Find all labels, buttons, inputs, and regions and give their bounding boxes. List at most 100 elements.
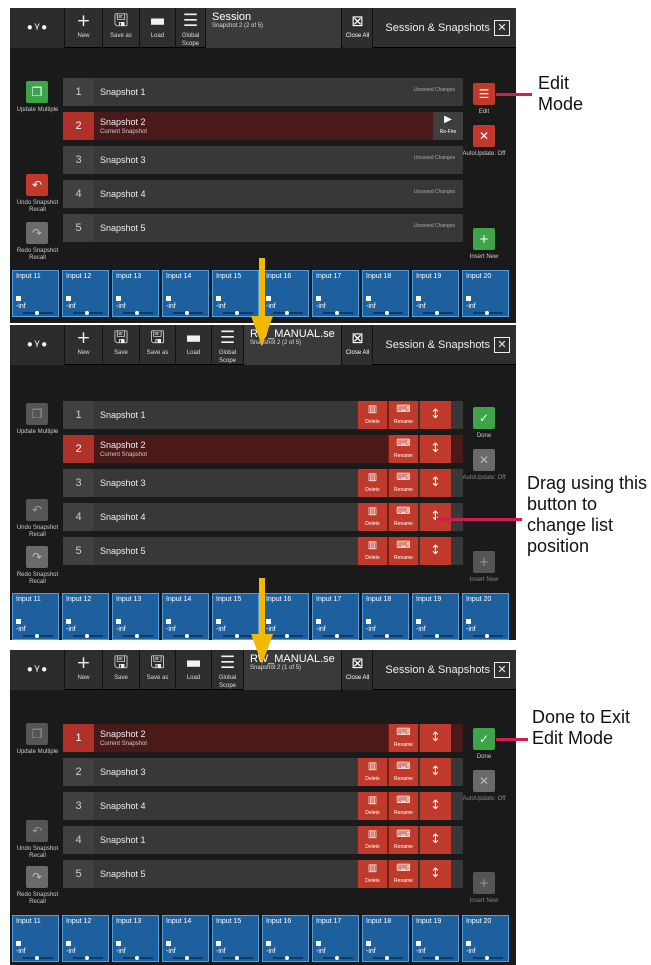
logo-button[interactable]: •ᵞ• xyxy=(10,8,65,48)
move-handle[interactable]: ↕ xyxy=(419,826,451,854)
new-button[interactable]: + New xyxy=(65,650,103,690)
move-handle[interactable]: ↕ xyxy=(419,724,451,752)
rename-button[interactable]: ⌨ Rename xyxy=(388,826,418,854)
snapshot-row[interactable]: 1 Snapshot 1 ▥ Delete ⌨ Rename ↕ xyxy=(63,401,463,429)
snapshot-row[interactable]: 3 Snapshot 3 Unsaved Changes xyxy=(63,146,463,174)
rename-button[interactable]: ⌨ Rename xyxy=(388,860,418,888)
done-button[interactable]: ✓ xyxy=(473,728,495,750)
autoupdate-button[interactable]: ✕ xyxy=(473,125,495,147)
snapshot-row[interactable]: 5 Snapshot 5 ▥ Delete ⌨ Rename ↕ xyxy=(63,860,463,888)
load-button[interactable]: ▬ Load xyxy=(176,650,212,690)
delete-button[interactable]: ▥ Delete xyxy=(357,792,387,820)
logo-button[interactable]: •ᵞ• xyxy=(10,325,65,365)
move-handle[interactable]: ↕ xyxy=(419,792,451,820)
input-tile[interactable]: Input 16 -inf xyxy=(262,915,309,962)
session-info[interactable]: Session Snapshot 2 (2 of 5) xyxy=(206,8,342,48)
close-icon[interactable]: ✕ xyxy=(494,662,510,678)
delete-button[interactable]: ▥ Delete xyxy=(357,758,387,786)
snapshot-row[interactable]: 4 Snapshot 4 Unsaved Changes xyxy=(63,180,463,208)
input-tile[interactable]: Input 17 -inf xyxy=(312,270,359,317)
input-tile[interactable]: Input 11 -inf xyxy=(12,270,59,317)
input-tile[interactable]: Input 15 -inf xyxy=(212,915,259,962)
insert-new-button[interactable]: + xyxy=(473,872,495,894)
input-tile[interactable]: Input 19 -inf xyxy=(412,593,459,640)
edit-button[interactable]: ☰ xyxy=(473,83,495,105)
snapshot-row[interactable]: 1 Snapshot 1 Unsaved Changes xyxy=(63,78,463,106)
input-tile[interactable]: Input 17 -inf xyxy=(312,593,359,640)
update-multiple-button[interactable]: ❐ xyxy=(26,81,48,103)
move-handle[interactable]: ↕ xyxy=(419,469,451,497)
input-tile[interactable]: Input 12 -inf xyxy=(62,270,109,317)
delete-button[interactable]: ▥ Delete xyxy=(357,826,387,854)
move-handle[interactable]: ↕ xyxy=(419,503,451,531)
snapshot-row[interactable]: 4 Snapshot 1 ▥ Delete ⌨ Rename ↕ xyxy=(63,826,463,854)
close-icon[interactable]: ✕ xyxy=(494,337,510,353)
redo-snapshot-button[interactable]: ↷ xyxy=(26,546,48,568)
autoupdate-button[interactable]: ✕ xyxy=(473,449,495,471)
delete-button[interactable]: ▥ Delete xyxy=(357,469,387,497)
delete-button[interactable]: ▥ Delete xyxy=(357,503,387,531)
refire-button[interactable]: ▶ Re-Fire xyxy=(433,112,463,140)
input-tile[interactable]: Input 20 -inf xyxy=(462,270,509,317)
global-scope-button[interactable]: ☰ Global Scope xyxy=(176,8,206,48)
rename-button[interactable]: ⌨ Rename xyxy=(388,758,418,786)
rename-button[interactable]: ⌨ Rename xyxy=(388,503,418,531)
snapshot-row[interactable]: 5 Snapshot 5 Unsaved Changes xyxy=(63,214,463,242)
global-scope-button[interactable]: ☰ Global Scope xyxy=(212,650,244,690)
redo-snapshot-button[interactable]: ↷ xyxy=(26,222,48,244)
delete-button[interactable]: ▥ Delete xyxy=(357,537,387,565)
undo-snapshot-button[interactable]: ↶ xyxy=(26,820,48,842)
snapshot-row[interactable]: 3 Snapshot 4 ▥ Delete ⌨ Rename ↕ xyxy=(63,792,463,820)
input-tile[interactable]: Input 12 -inf xyxy=(62,593,109,640)
input-tile[interactable]: Input 19 -inf xyxy=(412,915,459,962)
rename-button[interactable]: ⌨ Rename xyxy=(388,792,418,820)
input-tile[interactable]: Input 14 -inf xyxy=(162,915,209,962)
snapshot-row[interactable]: 4 Snapshot 4 ▥ Delete ⌨ Rename ↕ xyxy=(63,503,463,531)
save-button[interactable]: 🖫 Save xyxy=(103,650,140,690)
input-tile[interactable]: Input 13 -inf xyxy=(112,593,159,640)
rename-button[interactable]: ⌨ Rename xyxy=(388,724,418,752)
move-handle[interactable]: ↕ xyxy=(419,435,451,463)
input-tile[interactable]: Input 17 -inf xyxy=(312,915,359,962)
save-as-button[interactable]: 🖫 Save as xyxy=(103,8,140,48)
close-all-button[interactable]: ⊠ Close All xyxy=(343,8,373,48)
move-handle[interactable]: ↕ xyxy=(419,758,451,786)
delete-button[interactable]: ▥ Delete xyxy=(357,860,387,888)
move-handle[interactable]: ↕ xyxy=(419,401,451,429)
snapshot-row-current[interactable]: 2 Snapshot 2 Current Snapshot ⌨ Rename ↕ xyxy=(63,435,463,463)
input-tile[interactable]: Input 18 -inf xyxy=(362,593,409,640)
snapshot-row[interactable]: 3 Snapshot 3 ▥ Delete ⌨ Rename ↕ xyxy=(63,469,463,497)
input-tile[interactable]: Input 13 -inf xyxy=(112,270,159,317)
input-tile[interactable]: Input 14 -inf xyxy=(162,593,209,640)
snapshot-row-current[interactable]: 1 Snapshot 2 Current Snapshot ⌨ Rename ↕ xyxy=(63,724,463,752)
autoupdate-button[interactable]: ✕ xyxy=(473,770,495,792)
rename-button[interactable]: ⌨ Rename xyxy=(388,537,418,565)
save-button[interactable]: 🖫 Save xyxy=(103,325,140,365)
redo-snapshot-button[interactable]: ↷ xyxy=(26,866,48,888)
rename-button[interactable]: ⌨ Rename xyxy=(388,401,418,429)
input-tile[interactable]: Input 18 -inf xyxy=(362,915,409,962)
insert-new-button[interactable]: + xyxy=(473,228,495,250)
move-handle[interactable]: ↕ xyxy=(419,537,451,565)
save-as-button[interactable]: 🖫 Save as xyxy=(140,650,176,690)
update-multiple-button[interactable]: ❐ xyxy=(26,723,48,745)
input-tile[interactable]: Input 12 -inf xyxy=(62,915,109,962)
input-tile[interactable]: Input 11 -inf xyxy=(12,915,59,962)
new-button[interactable]: + New xyxy=(65,325,103,365)
new-button[interactable]: + New xyxy=(65,8,103,48)
close-icon[interactable]: ✕ xyxy=(494,20,510,36)
input-tile[interactable]: Input 18 -inf xyxy=(362,270,409,317)
input-tile[interactable]: Input 11 -inf xyxy=(12,593,59,640)
snapshot-row[interactable]: 2 Snapshot 3 ▥ Delete ⌨ Rename ↕ xyxy=(63,758,463,786)
undo-snapshot-button[interactable]: ↶ xyxy=(26,499,48,521)
logo-button[interactable]: •ᵞ• xyxy=(10,650,65,690)
input-tile[interactable]: Input 13 -inf xyxy=(112,915,159,962)
rename-button[interactable]: ⌨ Rename xyxy=(388,435,418,463)
save-as-button[interactable]: 🖫 Save as xyxy=(140,325,176,365)
insert-new-button[interactable]: + xyxy=(473,551,495,573)
input-tile[interactable]: Input 20 -inf xyxy=(462,915,509,962)
undo-snapshot-button[interactable]: ↶ xyxy=(26,174,48,196)
input-tile[interactable]: Input 14 -inf xyxy=(162,270,209,317)
close-all-button[interactable]: ⊠ Close All xyxy=(343,325,373,365)
global-scope-button[interactable]: ☰ Global Scope xyxy=(212,325,244,365)
